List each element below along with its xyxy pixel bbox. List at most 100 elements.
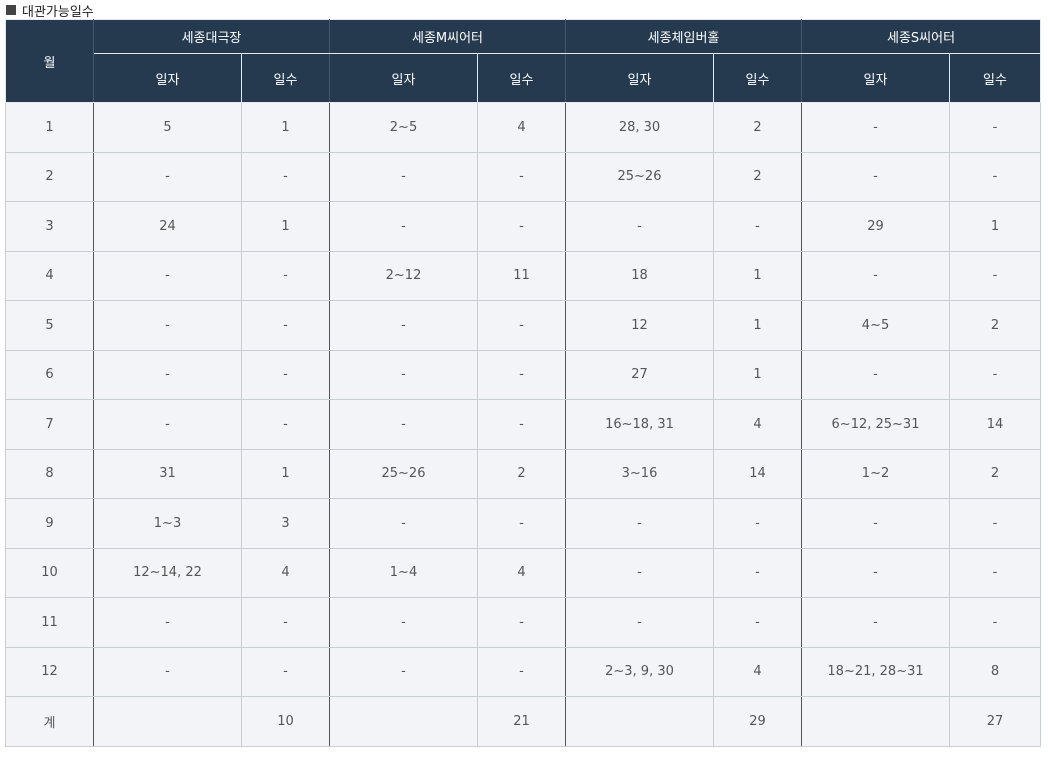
dates-cell: - [801,498,951,549]
dates-cell: 18~21, 28~31 [801,646,951,697]
sub-header-days: 일수 [241,53,330,103]
days-cell: - [241,646,330,697]
dates-cell [329,696,478,747]
sub-header-dates: 일자 [565,53,714,103]
dates-cell: - [565,498,714,549]
sub-header-days: 일수 [949,53,1042,103]
days-cell: - [477,300,566,351]
square-bullet-icon [6,5,16,15]
days-cell: 2 [949,300,1042,351]
days-cell: - [712,597,803,648]
dates-cell: - [93,250,242,301]
month-header: 월 [5,19,94,103]
dates-cell: 2~12 [329,250,478,301]
days-cell: - [241,399,330,450]
days-cell: 27 [949,696,1042,747]
sub-header-dates: 일자 [801,53,951,103]
dates-cell: - [565,597,714,648]
days-cell: 1 [949,201,1042,252]
days-cell: 2 [477,448,566,499]
month-cell: 5 [5,300,94,351]
table-body: 1 5 1 2~5 4 28, 30 2- -2- - - -25~26 2- -3 24 1- - - -29 1… [5,102,1042,747]
days-cell: 2 [949,448,1042,499]
days-cell: - [949,597,1042,648]
sub-header-days: 일수 [477,53,566,103]
month-cell: 6 [5,349,94,400]
dates-cell: 29 [801,201,951,252]
dates-cell: 27 [565,349,714,400]
table-row: 7- - - -16~18, 31 4 6~12, 25~31 14 [5,399,1042,450]
days-cell: 4 [712,399,803,450]
days-cell: 14 [949,399,1042,450]
dates-cell: - [329,646,478,697]
dates-cell: 25~26 [329,448,478,499]
days-cell: 4 [241,547,330,598]
dates-cell [565,696,714,747]
venue-header-sejong-s: 세종S씨어터 [801,19,1042,54]
dates-cell [93,696,242,747]
table-row: 8 31 1 25~26 2 3~16 14 1~2 2 [5,448,1042,499]
dates-cell: 6~12, 25~31 [801,399,951,450]
month-cell: 7 [5,399,94,450]
table-row: 6- - - -27 1- - [5,349,1042,400]
dates-cell: - [801,597,951,648]
days-cell: 14 [712,448,803,499]
dates-cell: 1~3 [93,498,242,549]
table-row: 4- -2~12 11 18 1- - [5,250,1042,301]
month-cell: 10 [5,547,94,598]
days-cell: 29 [712,696,803,747]
days-cell: - [949,349,1042,400]
days-cell: 4 [712,646,803,697]
days-cell: - [949,250,1042,301]
dates-cell: 28, 30 [565,102,714,153]
days-cell: 1 [241,102,330,153]
dates-cell: - [93,349,242,400]
table-row: 11- - - - - - - - [5,597,1042,648]
dates-cell: 1~4 [329,547,478,598]
dates-cell: - [565,547,714,598]
dates-cell: 12~14, 22 [93,547,242,598]
month-cell: 11 [5,597,94,648]
dates-cell: - [801,547,951,598]
section-title-text: 대관가능일수 [22,4,94,20]
dates-cell: 12 [565,300,714,351]
dates-cell [801,696,951,747]
days-cell: - [241,597,330,648]
dates-cell: - [329,300,478,351]
dates-cell: - [93,646,242,697]
dates-cell: - [329,597,478,648]
days-cell: - [241,349,330,400]
dates-cell: - [329,151,478,202]
dates-cell: 2~3, 9, 30 [565,646,714,697]
days-cell: - [241,300,330,351]
dates-cell: - [801,250,951,301]
dates-cell: 2~5 [329,102,478,153]
days-cell: - [241,250,330,301]
days-cell: - [477,201,566,252]
days-cell: - [477,399,566,450]
dates-cell: 25~26 [565,151,714,202]
dates-cell: 5 [93,102,242,153]
days-cell: 1 [712,250,803,301]
dates-cell: - [801,349,951,400]
total-label-cell: 계 [5,696,94,747]
table-row: 5- - - -12 1 4~5 2 [5,300,1042,351]
days-cell: - [241,151,330,202]
dates-cell: - [329,498,478,549]
days-cell: 1 [712,349,803,400]
days-cell: 1 [241,201,330,252]
month-cell: 1 [5,102,94,153]
days-cell: - [712,498,803,549]
table-row: 3 24 1- - - -29 1 [5,201,1042,252]
dates-cell: - [565,201,714,252]
days-cell: 21 [477,696,566,747]
month-cell: 12 [5,646,94,697]
dates-cell: 16~18, 31 [565,399,714,450]
days-cell: - [712,547,803,598]
dates-cell: 1~2 [801,448,951,499]
venue-header-sejong-m: 세종M씨어터 [329,19,566,54]
month-cell: 2 [5,151,94,202]
days-cell: 2 [712,151,803,202]
days-cell: 4 [477,102,566,153]
venue-header-sejong-grand: 세종대극장 [93,19,330,54]
